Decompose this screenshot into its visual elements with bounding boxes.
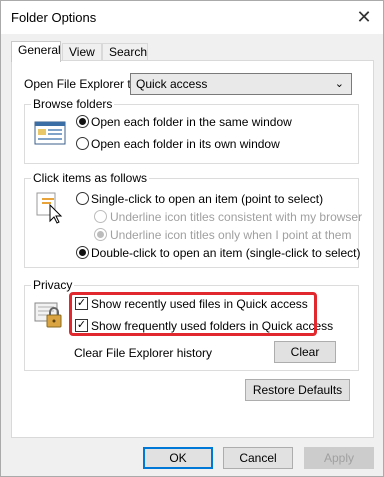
browse-folders-title: Browse folders (31, 97, 115, 111)
underline-consistent-radio[interactable] (94, 210, 107, 223)
browse-folders-group (24, 104, 359, 164)
title-bar: Folder Options ✕ (1, 1, 383, 34)
underline-point-label: Underline icon titles only when I point … (110, 228, 352, 242)
open-explorer-selected: Quick access (136, 77, 208, 91)
open-explorer-dropdown[interactable]: Quick access ⌄ (130, 73, 352, 95)
annotation-highlight-box (69, 292, 317, 336)
tab-view[interactable]: View (62, 43, 102, 61)
chevron-down-icon: ⌄ (334, 78, 344, 90)
restore-defaults-button[interactable]: Restore Defaults (245, 379, 350, 401)
folder-options-dialog: Folder Options ✕ General View Search Ope… (0, 0, 384, 477)
tab-search[interactable]: Search (102, 43, 148, 61)
cancel-button[interactable]: Cancel (223, 447, 293, 469)
double-click-label: Double-click to open an item (single-cli… (91, 246, 361, 260)
single-click-label: Single-click to open an item (point to s… (91, 192, 324, 206)
underline-consistent-label: Underline icon titles consistent with my… (110, 210, 363, 224)
open-explorer-label: Open File Explorer to: (24, 77, 141, 91)
own-window-label: Open each folder in its own window (91, 137, 280, 151)
close-icon[interactable]: ✕ (351, 5, 377, 29)
pointer-click-icon (36, 192, 63, 224)
single-click-radio[interactable] (76, 192, 89, 205)
window-title: Folder Options (11, 10, 97, 25)
tab-general[interactable]: General (11, 41, 61, 62)
double-click-radio[interactable] (76, 246, 89, 259)
folder-window-icon (34, 121, 66, 145)
underline-point-radio[interactable] (94, 228, 107, 241)
own-window-radio[interactable] (76, 137, 89, 150)
clear-button[interactable]: Clear (274, 341, 336, 363)
privacy-lock-icon (34, 302, 62, 328)
same-window-label: Open each folder in the same window (91, 115, 292, 129)
same-window-radio[interactable] (76, 115, 89, 128)
apply-button[interactable]: Apply (304, 447, 374, 469)
click-items-title: Click items as follows (31, 171, 150, 185)
privacy-title: Privacy (31, 278, 75, 292)
ok-button[interactable]: OK (143, 447, 213, 469)
clear-history-label: Clear File Explorer history (74, 346, 213, 360)
